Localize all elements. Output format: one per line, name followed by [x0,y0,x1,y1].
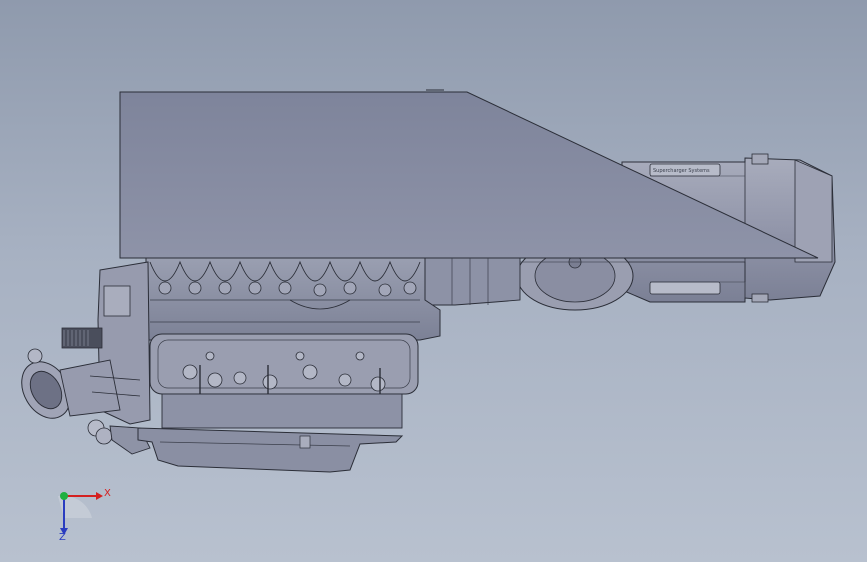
z-axis-label: Z [59,532,66,543]
triad-origin-icon [60,492,68,500]
x-axis-label: X [104,488,111,499]
engine-assembly-model[interactable]: Supercharger Systems [0,0,867,562]
engine-block-icon[interactable] [145,257,441,341]
graphics-viewport[interactable]: Supercharger Systems X Z [0,0,867,562]
x-axis-arrowhead-icon [96,492,103,500]
svg-text:Supercharger Systems: Supercharger Systems [653,168,710,174]
valve-cover [149,333,419,429]
adapter-housing [424,257,521,306]
orientation-triad: X Z [44,478,114,548]
oil-pan-icon[interactable] [137,427,404,473]
